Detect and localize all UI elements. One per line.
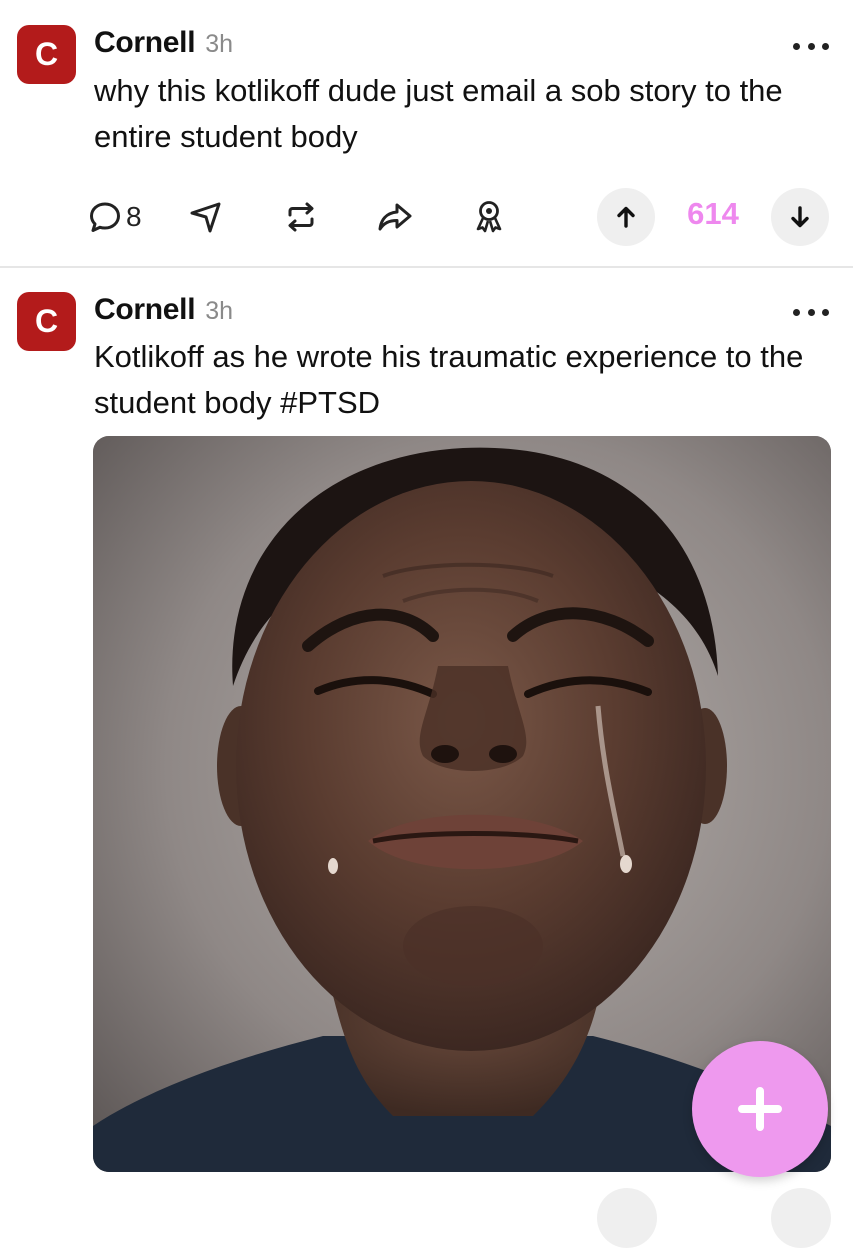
downvote-button[interactable] — [771, 188, 829, 246]
post-header: Cornell 3h — [94, 26, 233, 60]
author-name[interactable]: Cornell — [94, 26, 196, 60]
upvote-button[interactable] — [597, 1188, 657, 1248]
compose-button[interactable] — [692, 1041, 828, 1177]
send-icon — [190, 202, 221, 233]
vote-score: 614 — [687, 196, 739, 231]
upvote-button[interactable] — [597, 188, 655, 246]
post-text: why this kotlikoff dude just email a sob… — [94, 73, 783, 154]
comment-count: 8 — [126, 201, 142, 232]
more-dots-icon[interactable] — [793, 306, 829, 318]
upvote-arrow-icon — [617, 206, 635, 228]
avatar[interactable]: C — [17, 292, 76, 351]
comment-button[interactable]: 8 — [88, 186, 142, 248]
action-bar: 8 614 — [0, 186, 853, 248]
avatar-letter: C — [34, 303, 59, 339]
post-header: Cornell 3h — [94, 293, 233, 327]
repost-icon — [288, 202, 314, 232]
award-button[interactable] — [472, 186, 506, 248]
avatar-letter: C — [34, 36, 59, 72]
downvote-arrow-icon — [791, 206, 809, 228]
avatar[interactable]: C — [17, 25, 76, 84]
post-card[interactable]: C Cornell 3h why this kotlikoff dude jus… — [0, 0, 853, 268]
comment-icon — [90, 202, 120, 232]
post-time: 3h — [205, 297, 234, 325]
send-button[interactable] — [188, 186, 224, 248]
share-icon — [378, 203, 412, 231]
more-dots-icon[interactable] — [793, 40, 829, 52]
post-time: 3h — [205, 30, 234, 58]
post-text: Kotlikoff as he wrote his traumatic expe… — [94, 339, 804, 420]
downvote-button[interactable] — [771, 1188, 831, 1248]
award-icon — [476, 201, 502, 233]
share-button[interactable] — [376, 186, 414, 248]
author-name[interactable]: Cornell — [94, 293, 196, 327]
repost-button[interactable] — [284, 186, 318, 248]
plus-icon — [738, 1087, 782, 1131]
